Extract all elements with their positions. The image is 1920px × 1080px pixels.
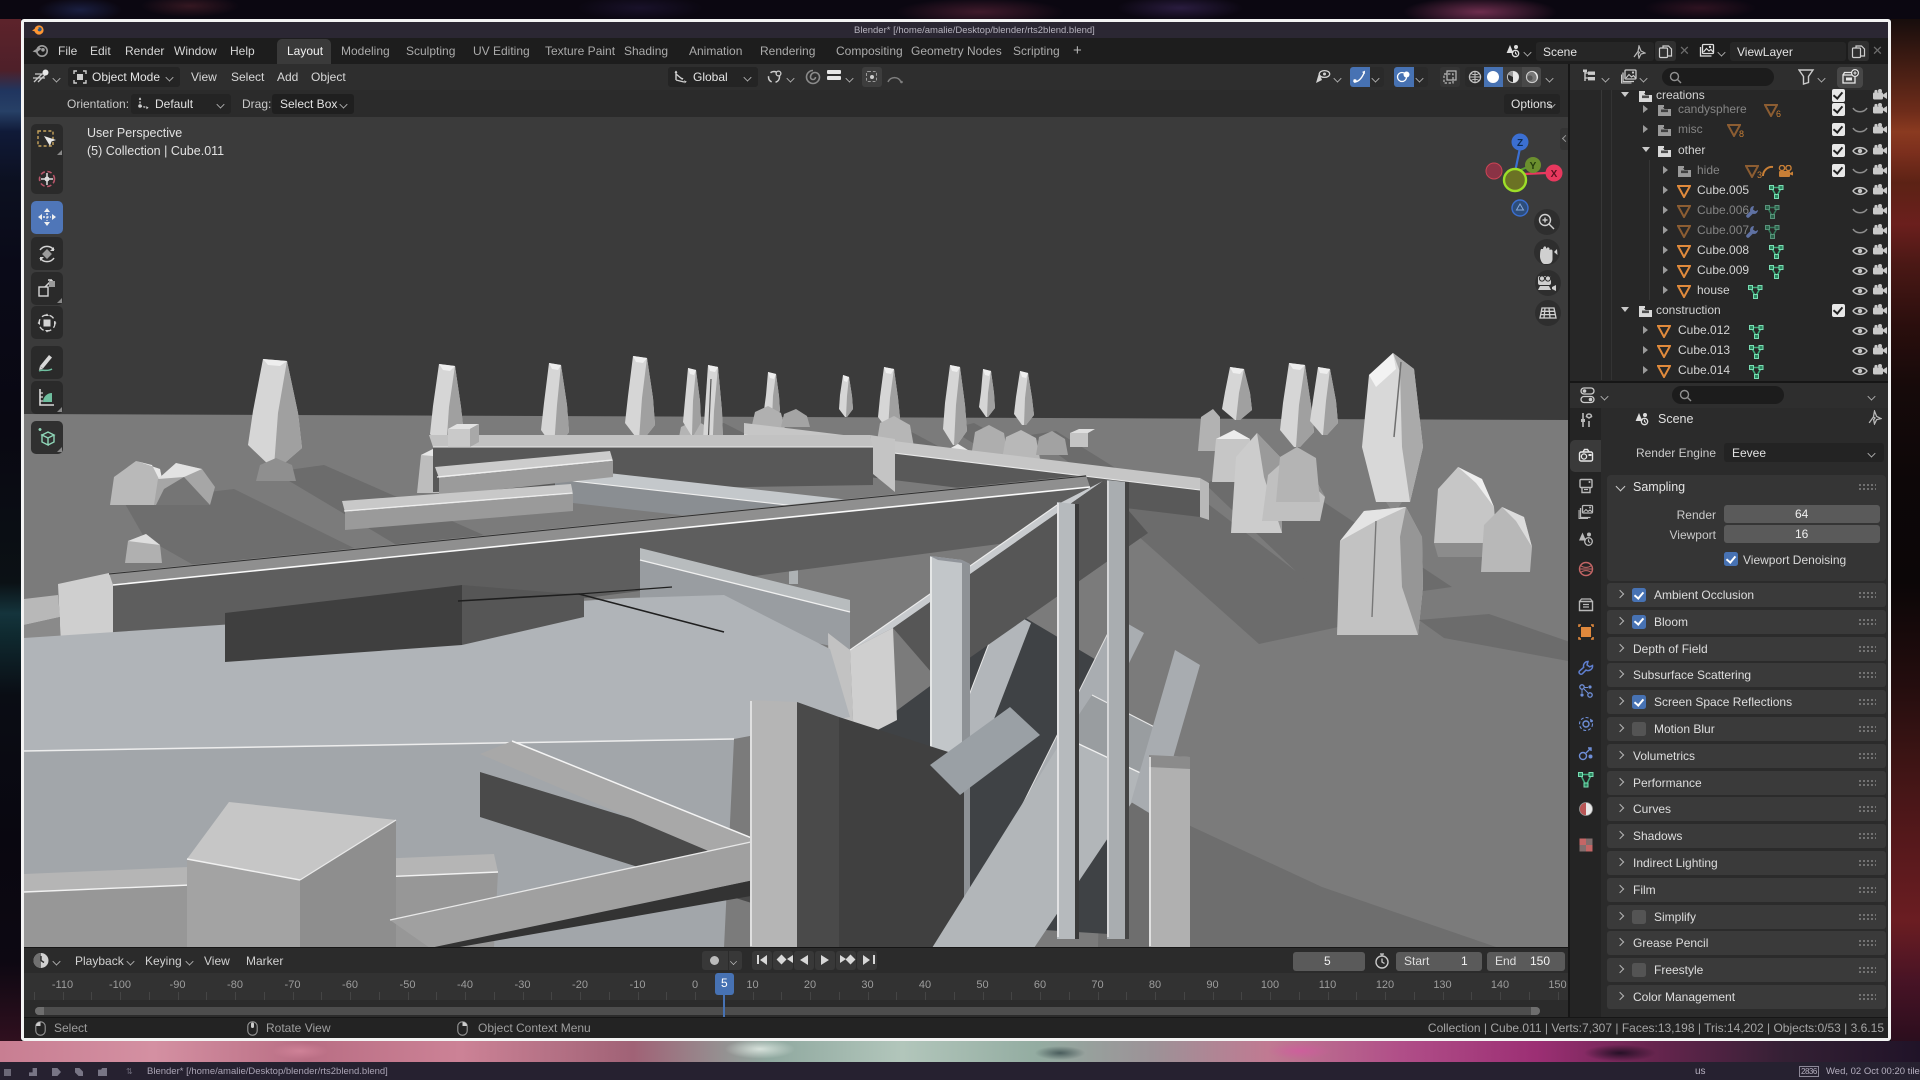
svg-text:Z: Z (1517, 138, 1523, 149)
svg-text:Y: Y (1530, 161, 1537, 172)
svg-text:X: X (1551, 169, 1558, 180)
